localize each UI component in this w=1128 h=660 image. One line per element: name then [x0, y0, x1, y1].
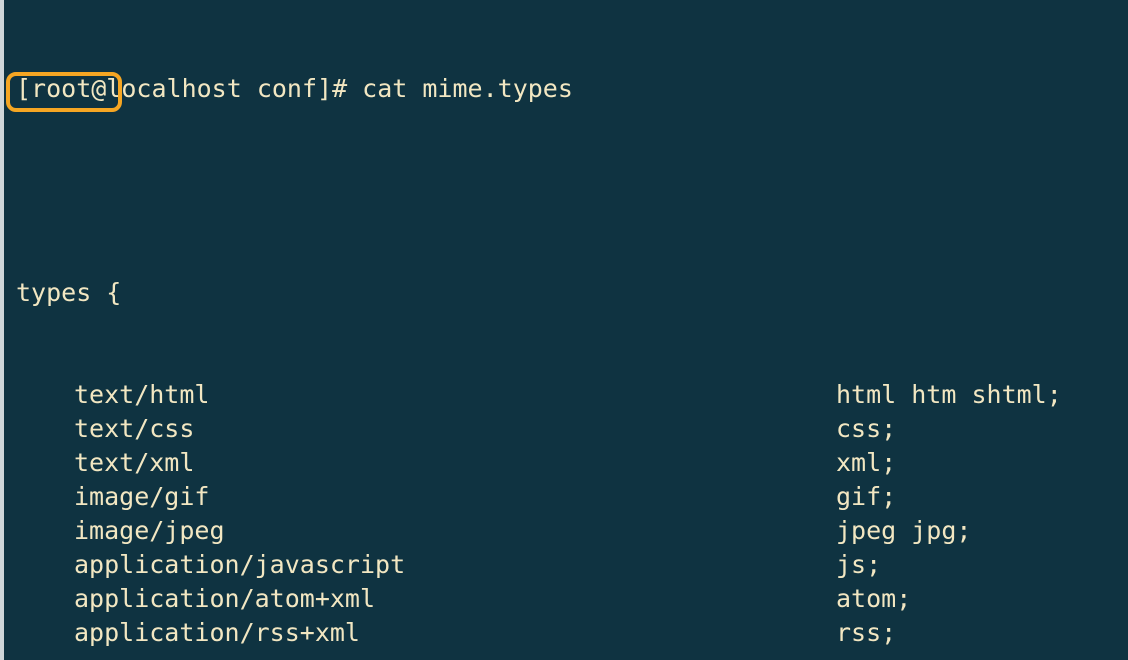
- blank-line: [16, 174, 1124, 208]
- mime-extensions: js;: [836, 548, 881, 582]
- mime-type: image/jpeg: [74, 514, 836, 548]
- mime-row: text/xmlxml;: [74, 446, 1124, 480]
- mime-type: application/rss+xml: [74, 616, 836, 650]
- mime-row: application/javascriptjs;: [74, 548, 1124, 582]
- mime-extensions: rss;: [836, 616, 896, 650]
- mime-row: application/rss+xmlrss;: [74, 616, 1124, 650]
- types-open-brace: types {: [16, 276, 1124, 310]
- mime-type: application/atom+xml: [74, 582, 836, 616]
- left-gutter: [0, 0, 4, 660]
- mime-extensions: gif;: [836, 480, 896, 514]
- mime-row: application/atom+xmlatom;: [74, 582, 1124, 616]
- shell-prompt-line: [root@localhost conf]# cat mime.types: [16, 72, 1124, 106]
- mime-extensions: html htm shtml;: [836, 378, 1062, 412]
- mime-row: text/csscss;: [74, 412, 1124, 446]
- mime-extensions: xml;: [836, 446, 896, 480]
- mime-type: application/javascript: [74, 548, 836, 582]
- mime-type: text/html: [74, 378, 836, 412]
- mime-type-list: text/htmlhtml htm shtml;text/csscss;text…: [16, 378, 1124, 660]
- terminal-output: [root@localhost conf]# cat mime.types ty…: [4, 4, 1124, 660]
- mime-extensions: jpeg jpg;: [836, 514, 971, 548]
- mime-type: image/gif: [74, 480, 836, 514]
- mime-extensions: css;: [836, 412, 896, 446]
- mime-row: image/gifgif;: [74, 480, 1124, 514]
- mime-type: text/xml: [74, 446, 836, 480]
- mime-extensions: atom;: [836, 582, 911, 616]
- blank-line: [74, 650, 1124, 660]
- mime-row: text/htmlhtml htm shtml;: [74, 378, 1124, 412]
- mime-row: image/jpegjpeg jpg;: [74, 514, 1124, 548]
- mime-type: text/css: [74, 412, 836, 446]
